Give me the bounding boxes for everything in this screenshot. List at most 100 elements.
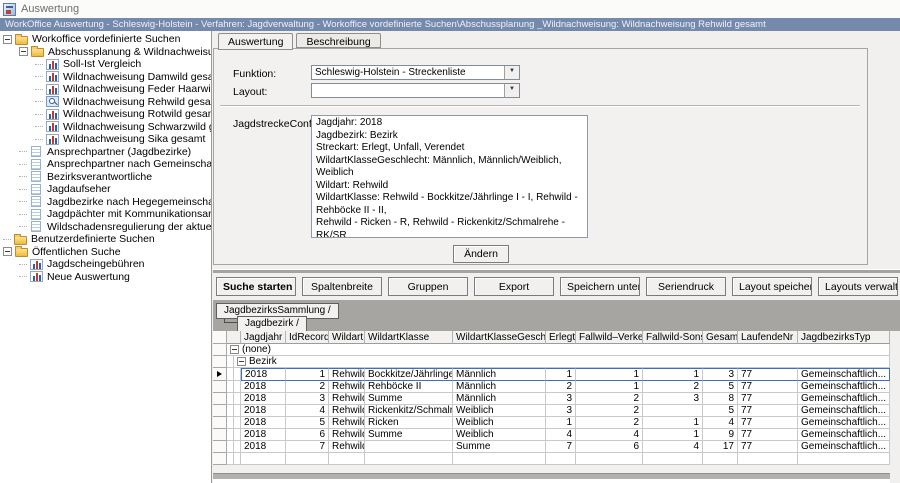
grid-cell[interactable]: 2018 [241,429,286,441]
grid-cell[interactable]: Weiblich [453,429,546,441]
grid-cell[interactable]: 5 [703,405,738,417]
grid-cell[interactable]: 4 [546,429,576,441]
column-header[interactable]: IdRecord [286,331,329,344]
expander-minus-icon[interactable] [3,247,12,256]
grid-cell[interactable]: Weiblich [453,405,546,417]
grid-cell[interactable]: 2 [576,405,643,417]
toolbar-button[interactable]: Seriendruck [646,277,726,296]
grid-cell[interactable]: 8 [703,393,738,405]
column-header[interactable]: Fallwild–Verkehr [576,331,643,344]
aendern-button[interactable]: Ändern [453,245,509,263]
expander-minus-icon[interactable] [3,35,12,44]
grid-cell[interactable]: 3 [546,405,576,417]
toolbar-button[interactable]: Export [474,277,554,296]
grid-cell[interactable]: Rehwild [329,393,365,405]
grid-cell[interactable]: Rehwild [329,417,365,429]
column-header[interactable]: LaufendeNr [738,331,798,344]
tree-item[interactable]: Benutzerdefinierte Suchen [0,233,211,246]
tree-item[interactable]: Soll-Ist Vergleich [0,58,211,71]
group-label-cell[interactable]: (none) [227,344,890,356]
row-selector-cell[interactable] [213,368,227,381]
grid-cell[interactable]: 3 [286,393,329,405]
grid-cell[interactable]: 1 [546,417,576,429]
grid-cell[interactable]: Summe [365,429,453,441]
tree-item[interactable]: Wildnachweisung Sika gesamt [0,133,211,146]
tree-item[interactable]: Jagdscheingebühren [0,258,211,271]
grid-cell[interactable]: 2018 [241,441,286,453]
tree-item[interactable]: Jagdbezirke nach Hegegemeinschaften [0,196,211,209]
group-by-bar[interactable]: JagdbezirksSammlung / Jagdbezirk / [213,300,900,331]
column-header[interactable]: JagdbezirksTyp [798,331,890,344]
grid-cell[interactable]: 2018 [241,368,286,381]
toolbar-button[interactable]: Speichern unter ... [560,277,640,296]
grid-cell[interactable]: Männlich [453,368,546,381]
tree-item[interactable]: Wildnachweisung Rehwild gesamt [0,96,211,109]
expander-minus-icon[interactable] [19,47,28,56]
tree-item[interactable]: Wildnachweisung Feder Haarwild gesamt [0,83,211,96]
grid-cell[interactable]: 2 [576,417,643,429]
toolbar-button[interactable]: Spaltenbreite [302,277,382,296]
grid-cell[interactable]: 4 [286,405,329,417]
column-header[interactable]: Wildart [329,331,365,344]
tree-item[interactable]: Abschussplanung & Wildnachweisung [0,46,211,59]
grid-cell[interactable]: 2018 [241,405,286,417]
grid-cell[interactable]: 6 [576,441,643,453]
grid-cell[interactable]: Gemeinschaftlich... [798,441,890,453]
grid-cell[interactable]: Rehwild [329,381,365,393]
column-header[interactable]: Gesamt [703,331,738,344]
tree-item[interactable]: Wildnachweisung Schwarzwild gesamt [0,121,211,134]
grid-cell[interactable]: 1 [576,381,643,393]
tree-item[interactable]: Bezirksverantwortliche [0,171,211,184]
column-header[interactable]: Jagdjahr [241,331,286,344]
grid-cell[interactable]: 2 [576,393,643,405]
toolbar-button[interactable]: Gruppen [388,277,468,296]
grid-cell[interactable]: 4 [703,417,738,429]
toolbar-button[interactable]: Layouts verwalten [818,277,898,296]
grid-cell[interactable]: 6 [286,429,329,441]
row-selector-cell[interactable] [213,417,227,429]
layout-select[interactable] [311,83,520,98]
grid-cell[interactable]: Gemeinschaftlich... [798,417,890,429]
grid-cell[interactable]: 2 [546,381,576,393]
tab-auswertung[interactable]: Auswertung [218,33,293,50]
grid-cell[interactable]: Rehböcke II [365,381,453,393]
group-row[interactable]: Bezirk [213,356,890,368]
column-header[interactable]: Erlegt [546,331,576,344]
grid-cell[interactable]: Rehwild [329,405,365,417]
grid-cell[interactable]: 2 [643,381,703,393]
tree-item[interactable]: Wildnachweisung Damwild gesamt [0,71,211,84]
grid-cell[interactable]: 1 [643,368,703,381]
grid-cell[interactable]: Bockkitze/Jährlinge I [365,368,453,381]
tree-item[interactable]: Wildschadensregulierung der aktuellen Pa… [0,221,211,234]
row-selector-cell[interactable] [213,393,227,405]
funktion-select[interactable]: Schleswig-Holstein - Streckenliste [311,65,520,80]
grid-cell[interactable]: Rickenkitz/Schmalrehe [365,405,453,417]
grid-cell[interactable]: 77 [738,393,798,405]
grid-cell[interactable]: 77 [738,368,798,381]
grid-cell[interactable]: Ricken [365,417,453,429]
grid-cell[interactable]: 7 [546,441,576,453]
collapse-minus-icon[interactable] [237,357,246,366]
grid-cell[interactable]: 4 [643,441,703,453]
grid-cell[interactable]: 4 [576,429,643,441]
grid-cell[interactable]: 77 [738,405,798,417]
column-header[interactable]: Fallwild-Sonstiges [643,331,703,344]
grid-cell[interactable]: Rehwild [329,368,365,381]
grid-cell[interactable]: 1 [576,368,643,381]
table-row[interactable]: 20184RehwildRickenkitz/SchmalreheWeiblic… [213,405,890,417]
row-selector-cell[interactable] [213,441,227,453]
row-selector-cell[interactable] [213,381,227,393]
grid-cell[interactable]: 3 [643,393,703,405]
grid-cell[interactable]: 5 [703,381,738,393]
table-row[interactable]: 20181RehwildBockkitze/Jährlinge IMännlic… [213,368,890,381]
grid-cell[interactable]: Gemeinschaftlich... [798,393,890,405]
grid-cell[interactable]: 5 [286,417,329,429]
tree-item[interactable]: Jagdaufseher [0,183,211,196]
grid-cell[interactable]: 17 [703,441,738,453]
grid-cell[interactable]: 1 [286,368,329,381]
collapse-minus-icon[interactable] [230,345,239,354]
grid-cell[interactable]: 1 [643,417,703,429]
column-header[interactable]: WildartKlasse [365,331,453,344]
grid-cell[interactable]: 3 [703,368,738,381]
tree-item[interactable]: Ansprechpartner (Jagdbezirke) [0,146,211,159]
